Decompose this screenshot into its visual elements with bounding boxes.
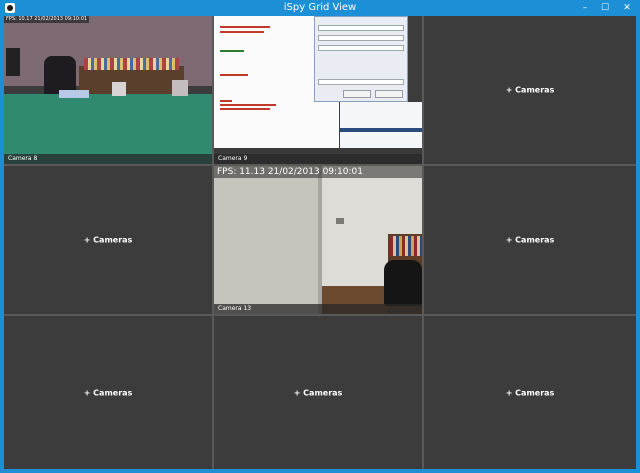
empty-cell[interactable]: + Cameras [4, 166, 212, 314]
empty-cell[interactable]: + Cameras [4, 316, 212, 469]
fps-overlay: FPS: 10.17 21/02/2013 09:10:01 [4, 16, 90, 23]
empty-cell[interactable]: + Cameras [424, 16, 636, 164]
camera-label: Camera 8 [8, 155, 38, 162]
grid-view-window: iSpy Grid View – ☐ ✕ FPS: 10.17 21/02/20… [0, 0, 640, 473]
camera-label: Camera 9 [218, 155, 248, 162]
minimize-button[interactable]: – [574, 0, 596, 16]
add-cameras-link[interactable]: + Cameras [4, 236, 212, 245]
close-button[interactable]: ✕ [614, 0, 640, 16]
camera-13-view[interactable]: FPS: 11.13 21/02/2013 09:10:01 Camera 13 [214, 166, 422, 314]
add-cameras-link[interactable]: + Cameras [214, 388, 422, 397]
add-cameras-link[interactable]: + Cameras [4, 388, 212, 397]
empty-cell[interactable]: + Cameras [424, 316, 636, 469]
add-cameras-link[interactable]: + Cameras [424, 86, 636, 95]
camera-label-bar: Camera 9 [214, 154, 422, 164]
maximize-button[interactable]: ☐ [594, 0, 616, 16]
camera-9-view[interactable]: Camera 9 [214, 16, 422, 164]
title-bar[interactable]: iSpy Grid View – ☐ ✕ [0, 0, 640, 16]
empty-cell[interactable]: + Cameras [214, 316, 422, 469]
empty-cell[interactable]: + Cameras [424, 166, 636, 314]
add-cameras-link[interactable]: + Cameras [424, 388, 636, 397]
camera-label-bar: Camera 13 [214, 304, 422, 314]
camera-label-bar: Camera 8 [4, 154, 212, 164]
camera-feed-image [214, 166, 320, 314]
camera-grid: FPS: 10.17 21/02/2013 09:10:01 Camera 8 [4, 16, 636, 469]
camera-label: Camera 13 [218, 305, 252, 312]
add-cameras-link[interactable]: + Cameras [424, 236, 636, 245]
camera-8-view[interactable]: FPS: 10.17 21/02/2013 09:10:01 Camera 8 [4, 16, 212, 164]
fps-overlay: FPS: 11.13 21/02/2013 09:10:01 [217, 167, 363, 177]
window-title: iSpy Grid View [283, 2, 357, 13]
